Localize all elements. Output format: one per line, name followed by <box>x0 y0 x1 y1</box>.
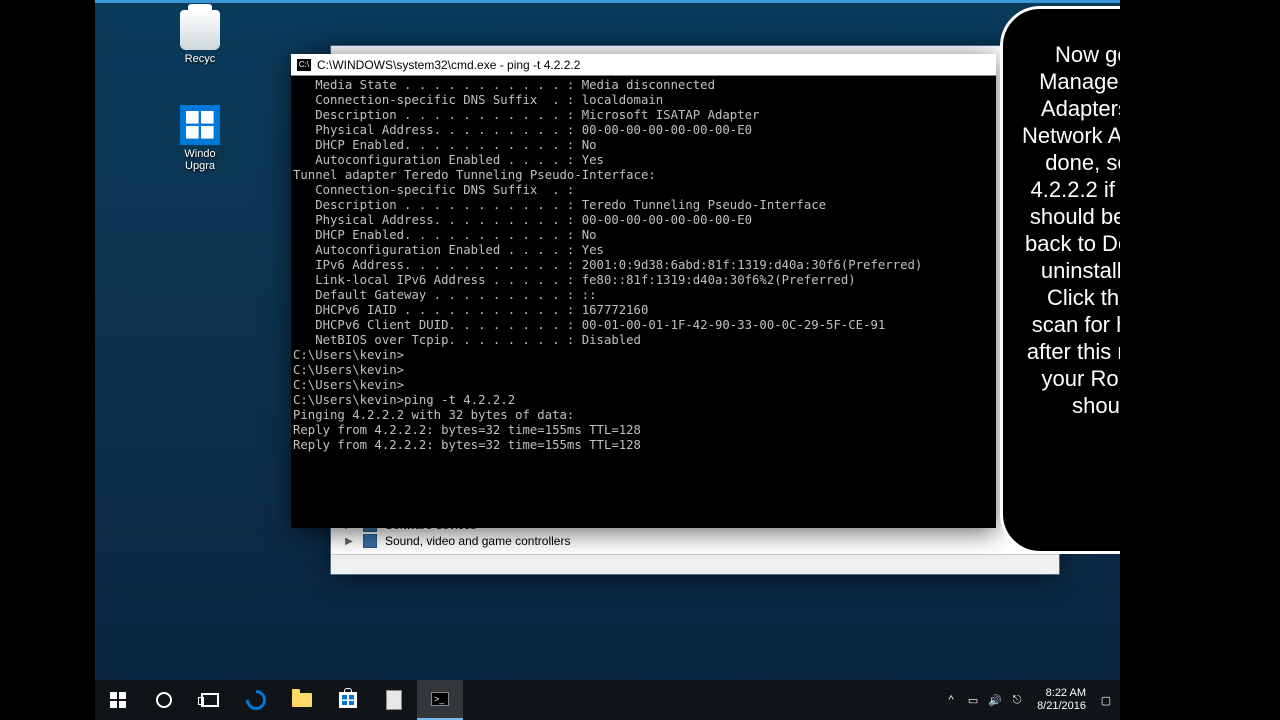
file-explorer-button[interactable] <box>279 680 325 720</box>
system-tray[interactable]: ^ ▭ 🔊 ⎋ 8:22 AM 8/21/2016 ▢ <box>941 680 1120 720</box>
terminal-line: Connection-specific DNS Suffix . : <box>293 183 996 198</box>
callout-text: Now go back to Device Manager, expand Ne… <box>1022 42 1120 418</box>
command-prompt-window[interactable]: C:\ C:\WINDOWS\system32\cmd.exe - ping -… <box>291 54 996 528</box>
terminal-line: Reply from 4.2.2.2: bytes=32 time=155ms … <box>293 438 996 453</box>
terminal-line: Tunnel adapter Teredo Tunneling Pseudo-I… <box>293 168 996 183</box>
taskbar[interactable]: >_ ^ ▭ 🔊 ⎋ 8:22 AM 8/21/2016 ▢ <box>95 680 1120 720</box>
upgrade-label-2: Upgra <box>185 160 215 172</box>
terminal-line: DHCP Enabled. . . . . . . . . . . : No <box>293 138 996 153</box>
windows-start-icon <box>110 692 126 708</box>
terminal-line: IPv6 Address. . . . . . . . . . . : 2001… <box>293 258 996 273</box>
terminal-line: Connection-specific DNS Suffix . : local… <box>293 93 996 108</box>
store-icon <box>339 692 357 708</box>
terminal-line: Physical Address. . . . . . . . . : 00-0… <box>293 123 996 138</box>
taskbar-clock[interactable]: 8:22 AM 8/21/2016 <box>1029 687 1094 713</box>
device-tree-item[interactable]: ▶ Sound, video and game controllers <box>343 533 570 549</box>
calculator-button[interactable] <box>371 680 417 720</box>
terminal-line: Pinging 4.2.2.2 with 32 bytes of data: <box>293 408 996 423</box>
terminal-line: DHCP Enabled. . . . . . . . . . . : No <box>293 228 996 243</box>
terminal-line: DHCPv6 IAID . . . . . . . . . . . : 1677… <box>293 303 996 318</box>
terminal-line: NetBIOS over Tcpip. . . . . . . . : Disa… <box>293 333 996 348</box>
edge-icon <box>242 686 270 714</box>
recycle-label: Recyc <box>185 53 216 65</box>
windows-upgrade-icon[interactable]: Windo Upgra <box>165 105 235 172</box>
start-button[interactable] <box>95 680 141 720</box>
window-title: C:\WINDOWS\system32\cmd.exe - ping -t 4.… <box>317 58 580 72</box>
cmd-icon: >_ <box>431 692 449 706</box>
instruction-callout: Now go back to Device Manager, expand Ne… <box>1000 6 1120 554</box>
action-center-icon[interactable]: ▢ <box>1096 680 1116 720</box>
windows-logo-icon <box>180 105 220 145</box>
cmd-icon: C:\ <box>297 59 311 71</box>
terminal-line: C:\Users\kevin> <box>293 378 996 393</box>
terminal-line: C:\Users\kevin> <box>293 348 996 363</box>
upgrade-label-1: Windo <box>184 148 215 160</box>
terminal-output[interactable]: Media State . . . . . . . . . . . : Medi… <box>291 76 996 453</box>
terminal-line: C:\Users\kevin>ping -t 4.2.2.2 <box>293 393 996 408</box>
trash-icon <box>180 10 220 50</box>
terminal-line: Autoconfiguration Enabled . . . . : Yes <box>293 243 996 258</box>
terminal-line: Default Gateway . . . . . . . . . : :: <box>293 288 996 303</box>
terminal-line: Reply from 4.2.2.2: bytes=32 time=155ms … <box>293 423 996 438</box>
network-icon[interactable]: ⎋ <box>1007 680 1027 720</box>
calculator-icon <box>386 690 402 710</box>
terminal-line: C:\Users\kevin> <box>293 363 996 378</box>
device-icon <box>363 534 377 548</box>
terminal-line: DHCPv6 Client DUID. . . . . . . . : 00-0… <box>293 318 996 333</box>
store-button[interactable] <box>325 680 371 720</box>
clock-time: 8:22 AM <box>1037 687 1086 700</box>
tray-chevron-icon[interactable]: ^ <box>941 680 961 720</box>
terminal-line: Media State . . . . . . . . . . . : Medi… <box>293 78 996 93</box>
terminal-line: Description . . . . . . . . . . . : Micr… <box>293 108 996 123</box>
edge-button[interactable] <box>233 680 279 720</box>
terminal-line: Description . . . . . . . . . . . : Tere… <box>293 198 996 213</box>
folder-icon <box>292 693 312 707</box>
task-view-button[interactable] <box>187 680 233 720</box>
window-titlebar[interactable]: C:\ C:\WINDOWS\system32\cmd.exe - ping -… <box>291 54 996 76</box>
cortana-button[interactable] <box>141 680 187 720</box>
terminal-line: Autoconfiguration Enabled . . . . : Yes <box>293 153 996 168</box>
task-view-icon <box>201 693 219 707</box>
terminal-line: Link-local IPv6 Address . . . . . : fe80… <box>293 273 996 288</box>
battery-icon[interactable]: ▭ <box>963 680 983 720</box>
cortana-icon <box>156 692 172 708</box>
clock-date: 8/21/2016 <box>1037 700 1086 713</box>
terminal-line: Physical Address. . . . . . . . . : 00-0… <box>293 213 996 228</box>
status-bar <box>331 554 1059 574</box>
volume-icon[interactable]: 🔊 <box>985 680 1005 720</box>
recycle-bin-icon[interactable]: Recyc <box>165 10 235 65</box>
desktop-viewport: Recyc Windo Upgra ▶ Software devices ▶ S… <box>95 0 1120 720</box>
chevron-right-icon: ▶ <box>343 536 355 547</box>
device-label: Sound, video and game controllers <box>385 534 570 548</box>
cmd-taskbar-button[interactable]: >_ <box>417 680 463 720</box>
